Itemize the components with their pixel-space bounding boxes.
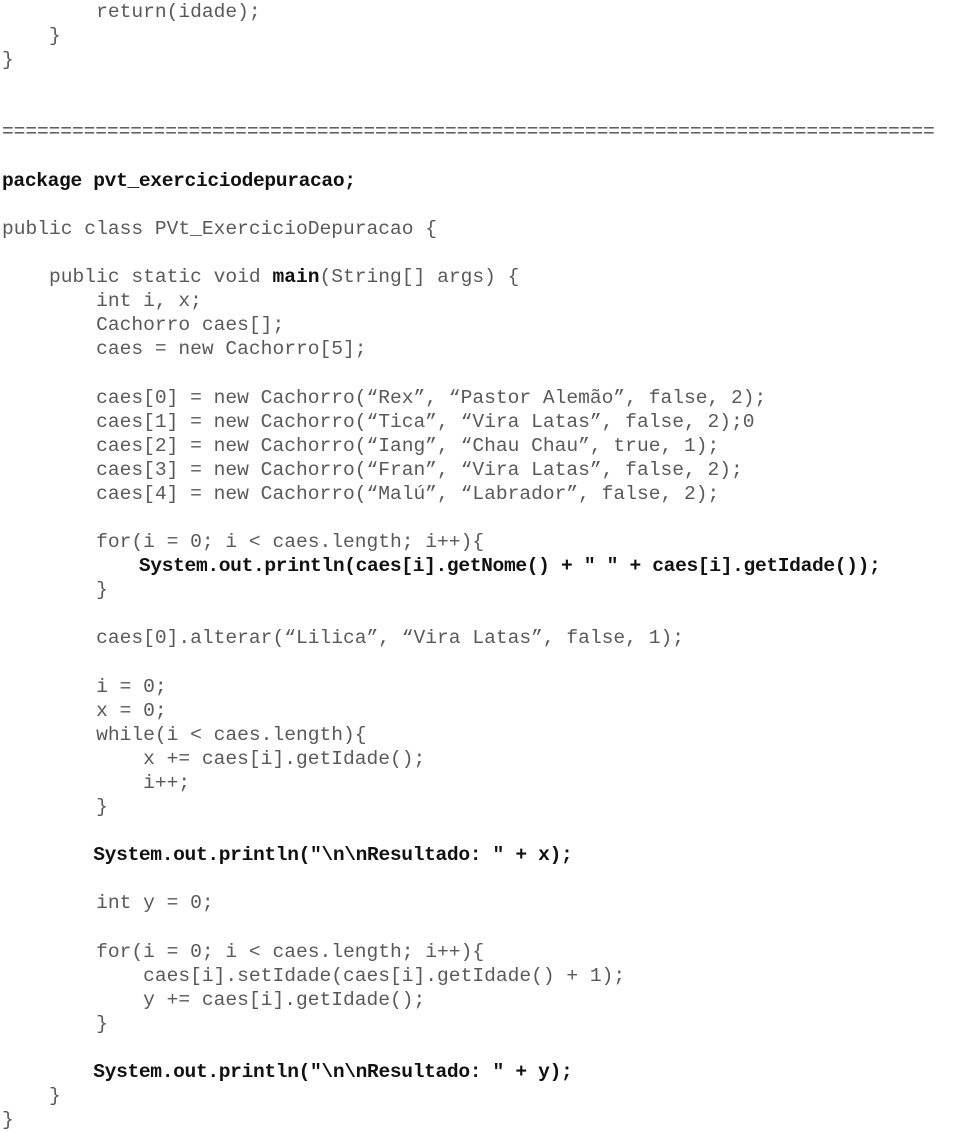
code-line: caes = new Cachorro[5]; <box>2 338 367 361</box>
code-line: int i, x; <box>2 290 202 313</box>
code-line: caes[4] = new Cachorro(“Malú”, “Labrador… <box>2 482 720 505</box>
code-line: caes[i].setIdade(caes[i].getIdade() + 1)… <box>2 964 626 987</box>
code-line: return(idade); <box>2 1 261 23</box>
code-line: caes[1] = new Cachorro(“Tica”, “Vira Lat… <box>2 410 755 433</box>
code-line: y += caes[i].getIdade(); <box>2 988 426 1011</box>
code-text: (String[] args) { <box>319 266 520 289</box>
code-line: public class PVt_ExercicioDepuracao { <box>2 217 438 240</box>
code-line: caes[0].alterar(“Lilica”, “Vira Latas”, … <box>2 627 684 650</box>
code-line: for(i = 0; i < caes.length; i++){ <box>2 940 485 963</box>
code-line: ========================================… <box>2 121 935 144</box>
code-line: caes[2] = new Cachorro(“Iang”, “Chau Cha… <box>2 434 720 457</box>
code-line: } <box>2 579 108 602</box>
code-line: } <box>2 49 14 72</box>
code-line: System.out.println(caes[i].getNome() + "… <box>2 555 881 578</box>
code-line: i++; <box>2 772 191 794</box>
code-line: } <box>2 1109 14 1132</box>
code-line: package pvt_exerciciodepuracao; <box>2 169 356 192</box>
code-line: x += caes[i].getIdade(); <box>2 747 426 770</box>
code-line: x = 0; <box>2 699 167 722</box>
code-text: public static void <box>2 266 273 289</box>
code-line: } <box>2 25 61 48</box>
code-line: while(i < caes.length){ <box>2 723 367 746</box>
code-line: caes[3] = new Cachorro(“Fran”, “Vira Lat… <box>2 458 743 481</box>
code-line: System.out.println("\n\nResultado: " + x… <box>2 844 573 867</box>
code-line: System.out.println("\n\nResultado: " + y… <box>2 1061 573 1084</box>
code-line: Cachorro caes[]; <box>2 314 285 337</box>
code-line: i = 0; <box>2 675 167 698</box>
code-keyword-emphasis: main <box>272 266 320 289</box>
code-listing: return(idade); }} =======================… <box>0 0 960 1131</box>
code-line: for(i = 0; i < caes.length; i++){ <box>2 531 485 554</box>
code-line: caes[0] = new Cachorro(“Rex”, “Pastor Al… <box>2 386 767 409</box>
code-line: } <box>2 1012 108 1035</box>
code-line: } <box>2 796 108 819</box>
code-line: int y = 0; <box>2 892 214 915</box>
code-line: public static void main(String[] args) { <box>0 265 960 289</box>
